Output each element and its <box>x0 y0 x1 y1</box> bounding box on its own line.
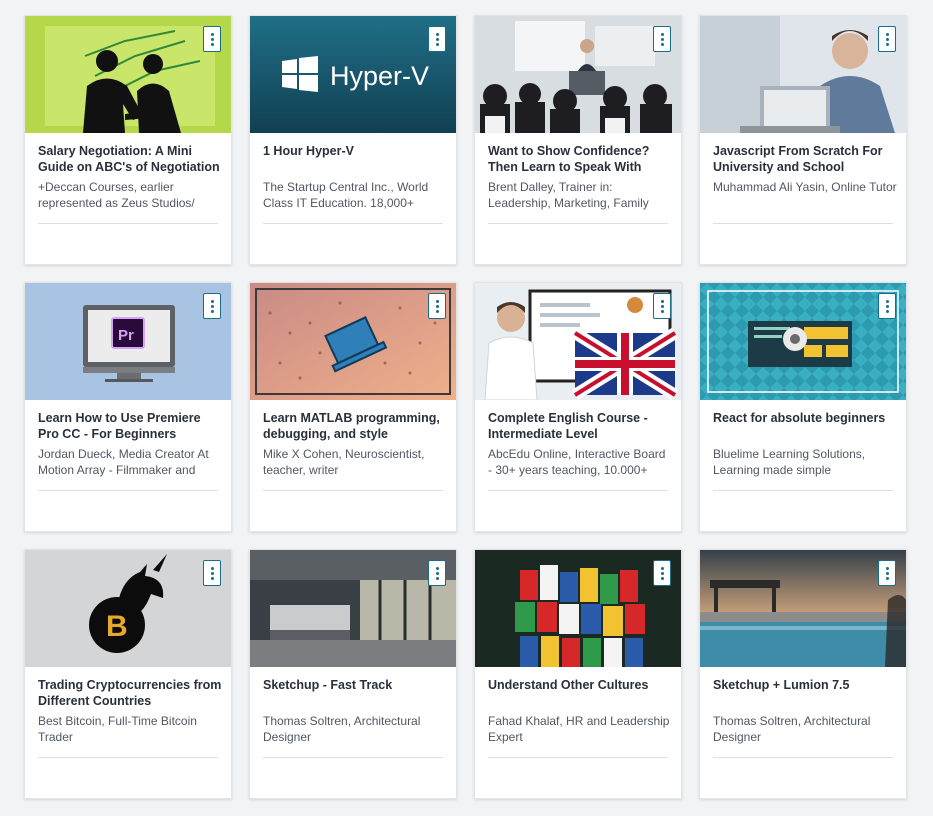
course-card[interactable]: Pr Learn How to Use Premiere Pro CC - Fo… <box>24 282 232 532</box>
course-title[interactable]: Understand Other Cultures <box>488 677 672 693</box>
course-options-button[interactable] <box>878 560 896 586</box>
course-author: Jordan Dueck, Media Creator At Motion Ar… <box>38 447 209 477</box>
course-options-button[interactable] <box>428 26 446 52</box>
course-card[interactable]: B Trading Cryptocurrencies from Differen… <box>24 549 232 799</box>
card-divider <box>713 223 893 224</box>
pool-render-thumbnail[interactable] <box>700 550 906 667</box>
course-card[interactable]: Want to Show Confidence? Then Learn to S… <box>474 15 682 265</box>
course-card[interactable]: Hyper-V 1 Hour Hyper-V The Startup Centr… <box>249 15 457 265</box>
react-pattern-thumbnail[interactable] <box>700 283 906 400</box>
course-options-button[interactable] <box>203 560 221 586</box>
card-divider <box>263 490 443 491</box>
course-options-button[interactable] <box>878 293 896 319</box>
course-author: The Startup Central Inc., World Class IT… <box>263 180 429 210</box>
course-title[interactable]: Salary Negotiation: A Mini Guide on ABC'… <box>38 143 222 175</box>
course-card[interactable]: Complete English Course - Intermediate L… <box>474 282 682 532</box>
course-card[interactable]: React for absolute beginners Bluelime Le… <box>699 282 907 532</box>
hyper-v-logo-thumbnail[interactable]: Hyper-V <box>250 16 456 133</box>
course-title[interactable]: Javascript From Scratch For University a… <box>713 143 897 175</box>
course-title[interactable]: Trading Cryptocurrencies from Different … <box>38 677 222 709</box>
card-divider <box>38 757 218 758</box>
course-title[interactable]: Want to Show Confidence? Then Learn to S… <box>488 143 672 175</box>
card-divider <box>488 757 668 758</box>
course-options-button[interactable] <box>653 293 671 319</box>
interior-render-thumbnail[interactable] <box>250 550 456 667</box>
laptop-particles-thumbnail[interactable] <box>250 283 456 400</box>
card-divider <box>263 223 443 224</box>
course-author: Thomas Soltren, Architectural Designer <box>713 714 871 744</box>
course-card[interactable]: Salary Negotiation: A Mini Guide on ABC'… <box>24 15 232 265</box>
card-divider <box>38 490 218 491</box>
course-author: Mike X Cohen, Neuroscientist, teacher, w… <box>263 447 425 477</box>
course-title[interactable]: Sketchup + Lumion 7.5 <box>713 677 897 693</box>
course-title[interactable]: 1 Hour Hyper-V <box>263 143 447 159</box>
premiere-monitor-thumbnail[interactable]: Pr <box>25 283 231 400</box>
card-divider <box>488 490 668 491</box>
card-divider <box>713 490 893 491</box>
course-author: Bluelime Learning Solutions, Learning ma… <box>713 447 866 477</box>
svg-text:Pr: Pr <box>118 327 134 344</box>
course-title[interactable]: Sketchup - Fast Track <box>263 677 447 693</box>
bitcoin-unicorn-thumbnail[interactable]: B <box>25 550 231 667</box>
course-options-button[interactable] <box>428 293 446 319</box>
svg-text:B: B <box>106 610 128 643</box>
course-title[interactable]: Complete English Course - Intermediate L… <box>488 410 672 442</box>
course-card[interactable]: Understand Other Cultures Fahad Khalaf, … <box>474 549 682 799</box>
course-card[interactable]: Sketchup + Lumion 7.5 Thomas Soltren, Ar… <box>699 549 907 799</box>
course-author: Thomas Soltren, Architectural Designer <box>263 714 421 744</box>
card-divider <box>488 223 668 224</box>
course-options-button[interactable] <box>878 26 896 52</box>
course-author: Brent Dalley, Trainer in: Leadership, Ma… <box>488 180 649 210</box>
course-title[interactable]: Learn How to Use Premiere Pro CC - For B… <box>38 410 222 442</box>
course-options-button[interactable] <box>653 560 671 586</box>
course-author: Fahad Khalaf, HR and Leadership Expert <box>488 714 670 744</box>
course-author: Muhammad Ali Yasin, Online Tutor <box>713 180 897 194</box>
course-options-button[interactable] <box>428 560 446 586</box>
course-options-button[interactable] <box>203 26 221 52</box>
flags-crowd-thumbnail[interactable] <box>475 550 681 667</box>
course-title[interactable]: Learn MATLAB programming, debugging, and… <box>263 410 447 442</box>
course-grid: Salary Negotiation: A Mini Guide on ABC'… <box>0 0 933 816</box>
card-divider <box>38 223 218 224</box>
teacher-uk-flag-thumbnail[interactable] <box>475 283 681 400</box>
course-card[interactable]: Sketchup - Fast Track Thomas Soltren, Ar… <box>249 549 457 799</box>
card-divider <box>713 757 893 758</box>
course-card[interactable]: Javascript From Scratch For University a… <box>699 15 907 265</box>
course-author: +Deccan Courses, earlier represented as … <box>38 180 195 210</box>
course-card[interactable]: Learn MATLAB programming, debugging, and… <box>249 282 457 532</box>
course-options-button[interactable] <box>203 293 221 319</box>
course-title[interactable]: React for absolute beginners <box>713 410 897 426</box>
course-author: Best Bitcoin, Full-Time Bitcoin Trader <box>38 714 197 744</box>
man-laptop-thumbnail[interactable] <box>700 16 906 133</box>
course-options-button[interactable] <box>653 26 671 52</box>
speaker-audience-thumbnail[interactable] <box>475 16 681 133</box>
card-divider <box>263 757 443 758</box>
course-author: AbcEdu Online, Interactive Board - 30+ y… <box>488 447 666 477</box>
svg-text:Hyper-V: Hyper-V <box>330 61 429 91</box>
handshake-silhouette-thumbnail[interactable] <box>25 16 231 133</box>
